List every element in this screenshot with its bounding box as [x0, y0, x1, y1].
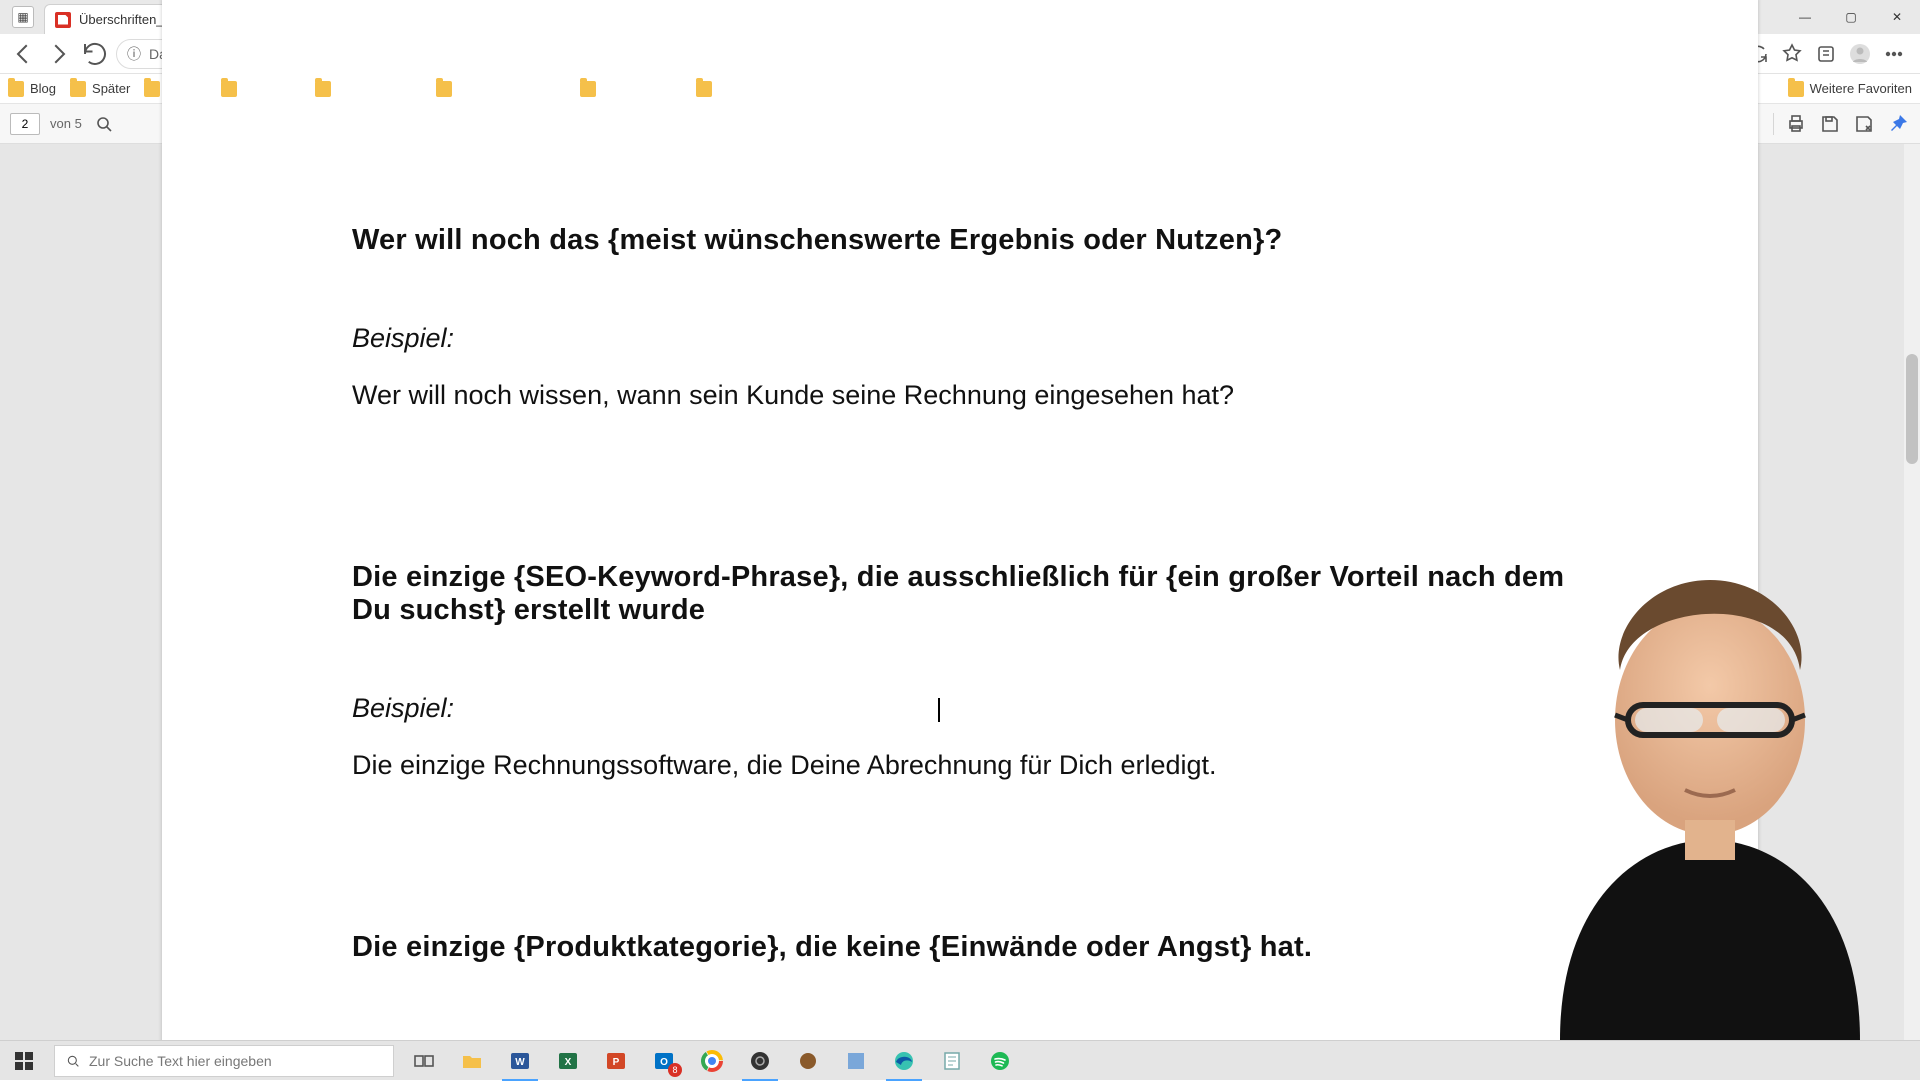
folder-icon	[696, 81, 712, 97]
search-placeholder: Zur Suche Text hier eingeben	[89, 1053, 272, 1069]
bookmark-item[interactable]: Später	[70, 81, 130, 97]
taskbar: Zur Suche Text hier eingeben W X P O 8	[0, 1040, 1920, 1080]
chrome-button[interactable]	[688, 1041, 736, 1081]
save-as-icon[interactable]	[1852, 112, 1876, 136]
doc-example-text: Die einzige Rechnungssoftware, die Deine…	[352, 750, 1568, 781]
svg-text:O: O	[660, 1057, 668, 1068]
bookmark-label: Blog	[30, 81, 56, 96]
excel-button[interactable]: X	[544, 1041, 592, 1081]
doc-heading: Die einzige {Produktkategorie}, die kein…	[352, 931, 1568, 964]
app-button-2[interactable]	[832, 1041, 880, 1081]
find-icon[interactable]	[92, 112, 116, 136]
doc-heading: Die einzige {SEO-Keyword-Phrase}, die au…	[352, 561, 1568, 627]
pdf-favicon-icon	[55, 12, 71, 28]
toolbar-divider	[1773, 113, 1774, 135]
svg-text:X: X	[565, 1057, 572, 1068]
doc-heading: Wer will noch das {meist wünschenswerte …	[352, 224, 1568, 257]
favorites-icon[interactable]	[1780, 42, 1804, 66]
outlook-button[interactable]: O 8	[640, 1041, 688, 1081]
obs-button[interactable]	[736, 1041, 784, 1081]
folder-icon	[8, 81, 24, 97]
pin-toolbar-icon[interactable]	[1886, 112, 1910, 136]
bookmark-label: Später	[92, 81, 130, 96]
task-view-button[interactable]	[400, 1041, 448, 1081]
notepad-button[interactable]	[928, 1041, 976, 1081]
svg-text:W: W	[515, 1057, 525, 1068]
folder-icon	[70, 81, 86, 97]
taskbar-search-input[interactable]: Zur Suche Text hier eingeben	[54, 1045, 394, 1077]
bookmark-item[interactable]: Blog	[8, 81, 56, 97]
doc-example-text: Wer will noch wissen, wann sein Kunde se…	[352, 380, 1568, 411]
file-info-icon: ⓘ	[127, 44, 141, 64]
print-icon[interactable]	[1784, 112, 1808, 136]
windows-logo-icon	[15, 1052, 33, 1070]
word-button[interactable]: W	[496, 1041, 544, 1081]
start-button[interactable]	[0, 1041, 48, 1081]
folder-icon	[436, 81, 452, 97]
tab-actions-icon[interactable]: ▦	[12, 6, 34, 28]
search-icon	[65, 1053, 81, 1069]
nav-forward-button[interactable]	[44, 39, 74, 69]
folder-icon	[144, 81, 160, 97]
window-minimize-button[interactable]: ―	[1782, 0, 1828, 34]
folder-icon	[315, 81, 331, 97]
save-icon[interactable]	[1818, 112, 1842, 136]
collections-icon[interactable]	[1814, 42, 1838, 66]
powerpoint-button[interactable]: P	[592, 1041, 640, 1081]
outlook-badge: 8	[668, 1063, 682, 1077]
webcam-overlay	[1500, 540, 1920, 1040]
text-cursor-icon	[938, 698, 940, 722]
app-button-1[interactable]	[784, 1041, 832, 1081]
window-close-button[interactable]: ✕	[1874, 0, 1920, 34]
page-count-label: von 5	[50, 116, 82, 131]
nav-reload-button[interactable]	[80, 39, 110, 69]
scrollbar-thumb[interactable]	[1906, 354, 1918, 464]
nav-back-button[interactable]	[8, 39, 38, 69]
edge-button[interactable]	[880, 1041, 928, 1081]
folder-icon	[1788, 81, 1804, 97]
menu-icon[interactable]	[1882, 42, 1906, 66]
bookmark-label: Weitere Favoriten	[1810, 81, 1912, 96]
page-number-input[interactable]	[10, 113, 40, 135]
doc-example-label: Beispiel:	[352, 693, 1568, 724]
folder-icon	[580, 81, 596, 97]
profile-icon[interactable]	[1848, 42, 1872, 66]
doc-example-label: Beispiel:	[352, 323, 1568, 354]
file-explorer-button[interactable]	[448, 1041, 496, 1081]
spotify-button[interactable]	[976, 1041, 1024, 1081]
folder-icon	[221, 81, 237, 97]
more-favorites-button[interactable]: Weitere Favoriten	[1788, 81, 1912, 97]
svg-text:P: P	[613, 1057, 620, 1068]
bookmarks-bar: Produktsuche - Mer... Blog Später Lernen…	[0, 74, 1920, 104]
window-maximize-button[interactable]: ▢	[1828, 0, 1874, 34]
